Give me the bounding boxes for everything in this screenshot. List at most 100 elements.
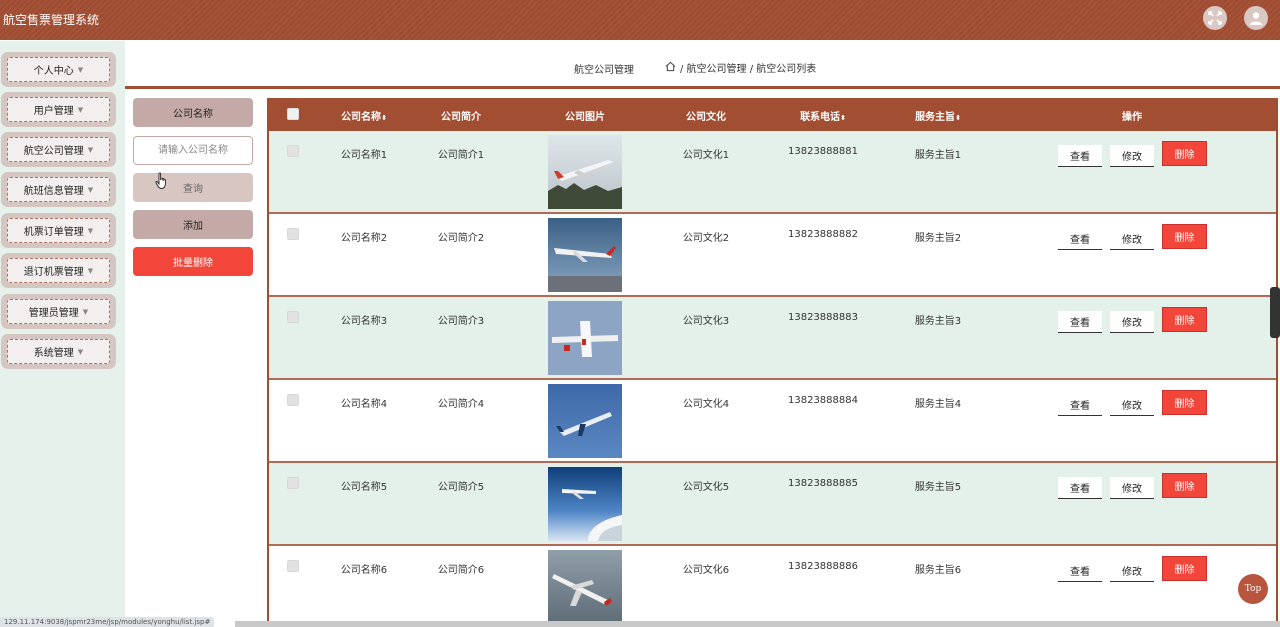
cell-service-purpose: 服务主旨3 (914, 316, 962, 327)
column-header-label: 操作 (1122, 112, 1142, 123)
chevron-down-icon: ▼ (87, 185, 94, 194)
sort-icon: ⬍ (840, 114, 846, 122)
cell-phone: 13823888885 (788, 478, 858, 489)
batch-delete-button[interactable]: 批量删除 (133, 247, 253, 276)
view-button[interactable]: 查看 (1058, 228, 1102, 250)
sidebar-item-system-management[interactable]: 系统管理 ▼ (1, 334, 116, 369)
cell-company-culture: 公司文化1 (682, 150, 730, 161)
query-button[interactable]: 查询 (133, 173, 253, 202)
delete-button[interactable]: 删除 (1162, 473, 1207, 498)
row-checkbox[interactable] (287, 145, 299, 157)
delete-button[interactable]: 删除 (1162, 390, 1207, 415)
cell-company-culture: 公司文化5 (682, 482, 730, 493)
delete-button[interactable]: 删除 (1162, 556, 1207, 581)
chevron-down-icon: ▼ (87, 145, 94, 154)
cell-service-purpose: 服务主旨5 (914, 482, 962, 493)
company-image (548, 135, 622, 209)
view-button[interactable]: 查看 (1058, 477, 1102, 499)
chevron-down-icon: ▼ (77, 65, 84, 74)
row-checkbox[interactable] (287, 228, 299, 240)
column-header-purpose[interactable]: 服务主旨⬍ (915, 108, 961, 123)
row-checkbox[interactable] (287, 477, 299, 489)
sidebar-item-personal-center[interactable]: 个人中心 ▼ (1, 52, 116, 87)
status-url: 129.11.174:9038/jspmr23me/jsp/modules/yo… (0, 617, 215, 627)
edit-button[interactable]: 修改 (1110, 394, 1154, 416)
sidebar-item-label: 退订机票管理 (23, 267, 84, 278)
cell-company-intro: 公司简介6 (437, 565, 485, 576)
sidebar: 个人中心 ▼ 用户管理 ▼ 航空公司管理 ▼ 航班信息管理 ▼ 机票订单管理 ▼ 退订机票… (0, 41, 125, 627)
sidebar-item-frame: 航空公司管理 ▼ (7, 137, 110, 162)
select-all-checkbox[interactable] (287, 108, 299, 120)
home-icon[interactable] (665, 61, 676, 75)
search-label: 公司名称 (133, 98, 253, 127)
chevron-down-icon: ▼ (82, 307, 89, 316)
sidebar-item-label: 机票订单管理 (23, 227, 84, 238)
horizontal-scrollbar[interactable] (235, 621, 1280, 627)
column-header-phone[interactable]: 联系电话⬍ (800, 108, 846, 123)
view-button[interactable]: 查看 (1058, 560, 1102, 582)
sidebar-item-flight-info[interactable]: 航班信息管理 ▼ (1, 172, 116, 207)
table-row: 公司名称4 公司简介4 公司文化4 13823888884 服务主旨4 查看 修… (269, 380, 1276, 463)
table-row: 公司名称1 公司简介1 公司文化1 13823888881 服务主旨1 查看 修… (269, 131, 1276, 214)
cell-phone: 13823888881 (788, 146, 858, 157)
row-checkbox[interactable] (287, 311, 299, 323)
breadcrumb-path-text[interactable]: / 航空公司管理 / 航空公司列表 (680, 60, 816, 75)
chevron-down-icon: ▼ (87, 266, 94, 275)
column-header-name[interactable]: 公司名称⬍ (341, 108, 387, 123)
row-checkbox[interactable] (287, 394, 299, 406)
sidebar-item-label: 航班信息管理 (23, 186, 84, 197)
sidebar-item-frame: 机票订单管理 ▼ (7, 218, 110, 243)
sidebar-item-ticket-orders[interactable]: 机票订单管理 ▼ (1, 213, 116, 248)
table-row: 公司名称5 公司简介5 公司文化5 13823888885 服务主旨5 查看 修… (269, 463, 1276, 546)
cell-service-purpose: 服务主旨6 (914, 565, 962, 576)
sidebar-item-label: 用户管理 (33, 106, 74, 117)
top-header: 航空售票管理系统 (0, 0, 1280, 40)
vertical-scrollbar-thumb[interactable] (1270, 287, 1280, 338)
sort-icon: ⬍ (381, 114, 387, 122)
delete-button[interactable]: 删除 (1162, 141, 1207, 166)
cell-service-purpose: 服务主旨2 (914, 233, 962, 244)
column-header-label: 公司文化 (686, 112, 726, 123)
sidebar-item-frame: 退订机票管理 ▼ (7, 258, 110, 283)
delete-button[interactable]: 删除 (1162, 307, 1207, 332)
edit-button[interactable]: 修改 (1110, 560, 1154, 582)
edit-button[interactable]: 修改 (1110, 477, 1154, 499)
cell-company-name: 公司名称3 (340, 316, 388, 327)
column-header-label: 联系电话 (800, 112, 841, 123)
cell-company-intro: 公司简介1 (437, 150, 485, 161)
edit-button[interactable]: 修改 (1110, 311, 1154, 333)
sidebar-item-refund-tickets[interactable]: 退订机票管理 ▼ (1, 253, 116, 288)
user-avatar-icon[interactable] (1244, 6, 1268, 30)
add-button[interactable]: 添加 (133, 210, 253, 239)
app-title: 航空售票管理系统 (3, 13, 100, 27)
sidebar-item-admin-management[interactable]: 管理员管理 ▼ (1, 294, 116, 329)
cell-phone: 13823888884 (788, 395, 858, 406)
column-header-intro: 公司简介 (441, 108, 481, 123)
view-button[interactable]: 查看 (1058, 394, 1102, 416)
delete-button[interactable]: 删除 (1162, 224, 1207, 249)
cell-company-intro: 公司简介3 (437, 316, 485, 327)
company-image (548, 301, 622, 375)
edit-button[interactable]: 修改 (1110, 145, 1154, 167)
fullscreen-icon[interactable] (1203, 6, 1227, 30)
breadcrumb-path: / 航空公司管理 / 航空公司列表 (665, 60, 816, 75)
column-header-label: 公司简介 (441, 112, 481, 123)
column-header-actions: 操作 (1122, 108, 1142, 123)
airline-table: 公司名称⬍ 公司简介 公司图片 公司文化 联系电话⬍ 服务主旨⬍ 操作 公司名称… (267, 98, 1278, 627)
search-input[interactable] (133, 136, 253, 165)
edit-button[interactable]: 修改 (1110, 228, 1154, 250)
back-to-top-button[interactable]: Top (1238, 574, 1268, 604)
cell-company-name: 公司名称4 (340, 399, 388, 410)
view-button[interactable]: 查看 (1058, 311, 1102, 333)
cell-service-purpose: 服务主旨1 (914, 150, 962, 161)
company-image (548, 550, 622, 624)
row-checkbox[interactable] (287, 560, 299, 572)
chevron-down-icon: ▼ (77, 105, 84, 114)
cell-company-intro: 公司简介5 (437, 482, 485, 493)
sort-icon: ⬍ (955, 114, 961, 122)
sidebar-item-airline-management[interactable]: 航空公司管理 ▼ (1, 132, 116, 167)
sidebar-item-label: 个人中心 (33, 66, 74, 77)
sidebar-item-frame: 用户管理 ▼ (7, 97, 110, 122)
sidebar-item-user-management[interactable]: 用户管理 ▼ (1, 92, 116, 127)
view-button[interactable]: 查看 (1058, 145, 1102, 167)
